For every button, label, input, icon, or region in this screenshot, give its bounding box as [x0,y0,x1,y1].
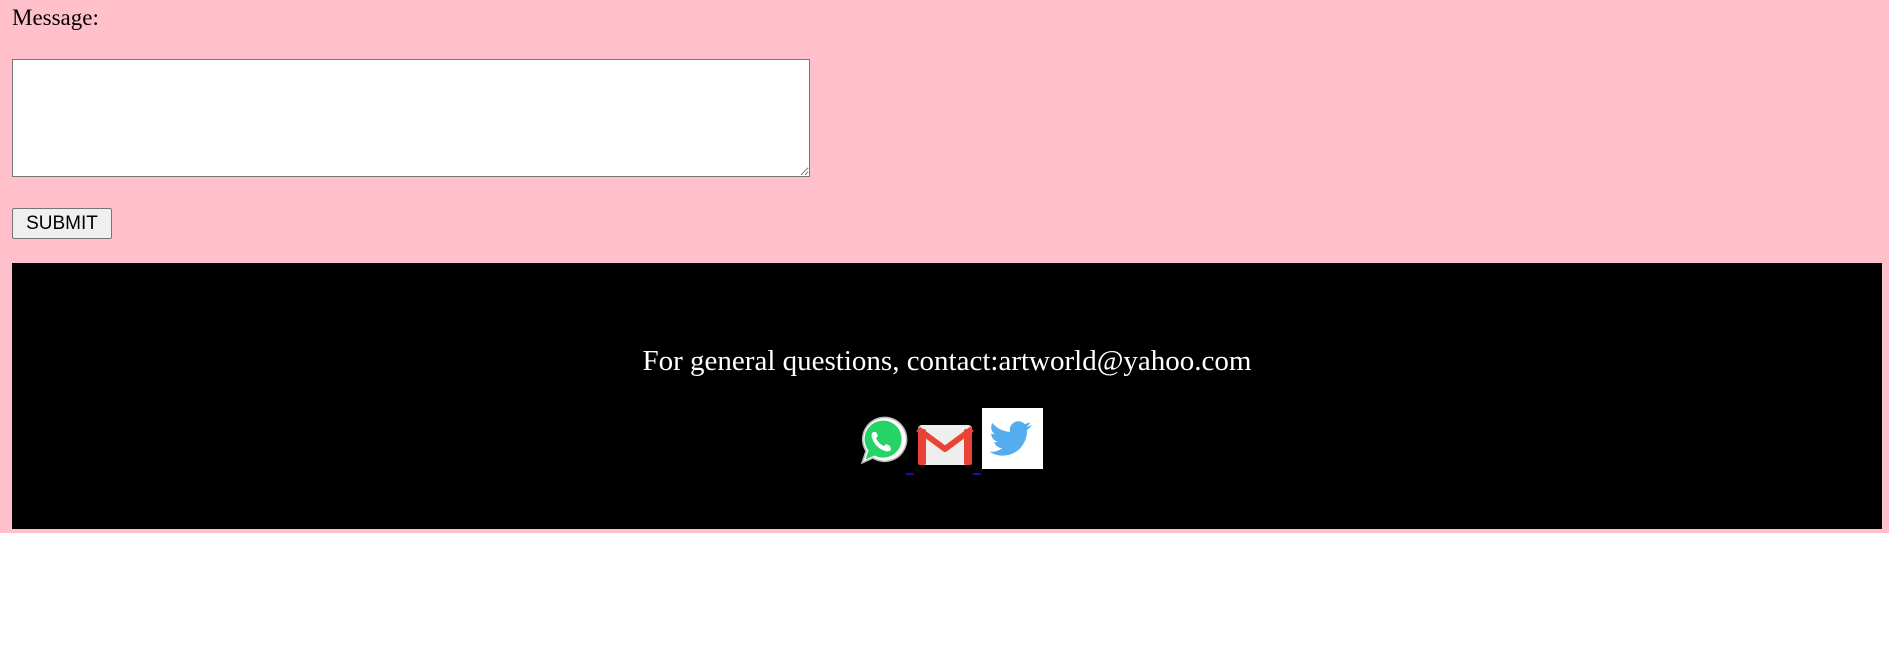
twitter-icon [981,408,1043,469]
whatsapp-icon [860,416,907,465]
message-label: Message: [12,5,99,30]
gmail-icon [915,425,974,465]
contact-text: For general questions, contact:artworld@… [642,345,1252,377]
message-textarea[interactable] [12,59,810,177]
contact-page: Message: SUBMIT For general questions, c… [0,0,1889,533]
link-underline [905,473,914,475]
footer: For general questions, contact:artworld@… [12,263,1882,529]
link-underline [972,473,981,475]
gmail-link[interactable] [905,421,975,475]
social-icons [12,408,1882,475]
submit-button[interactable]: SUBMIT [12,208,112,239]
whatsapp-link[interactable] [852,413,908,469]
twitter-link[interactable] [972,408,1043,475]
